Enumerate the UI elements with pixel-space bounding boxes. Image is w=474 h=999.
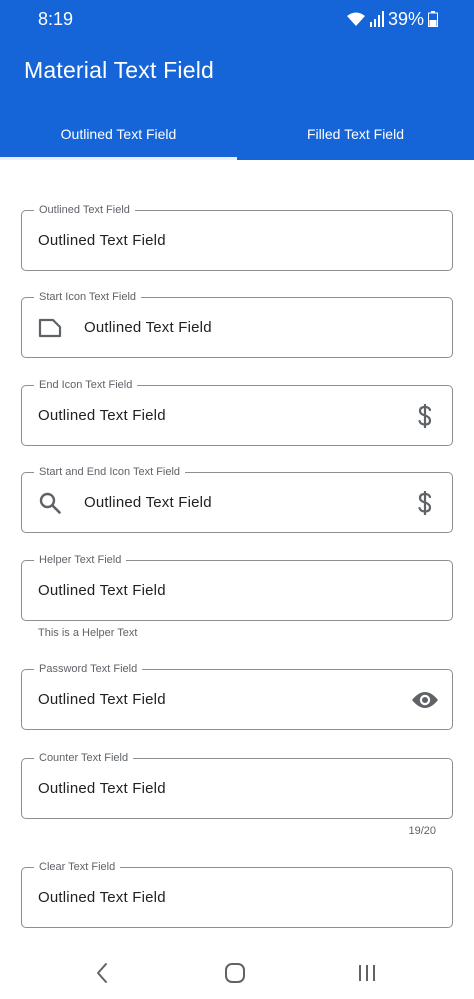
app-bar: 8:19 39% Material Text Field Outlined Te… bbox=[0, 0, 474, 160]
field-input[interactable]: Outlined Text Field bbox=[38, 386, 166, 445]
search-icon bbox=[37, 490, 63, 516]
tab-bar: Outlined Text Field Filled Text Field bbox=[0, 108, 474, 160]
tab-outlined-text-field[interactable]: Outlined Text Field bbox=[0, 108, 237, 160]
field-input[interactable]: Outlined Text Field bbox=[84, 298, 212, 357]
tab-label: Filled Text Field bbox=[306, 126, 404, 142]
helper-text-field[interactable]: Helper Text Field Outlined Text Field bbox=[21, 553, 453, 621]
tab-label: Outlined Text Field bbox=[60, 126, 177, 142]
field-input[interactable]: Outlined Text Field bbox=[38, 868, 166, 927]
helper-text: This is a Helper Text bbox=[38, 627, 138, 639]
dollar-icon bbox=[412, 403, 438, 429]
status-time: 8:19 bbox=[38, 9, 74, 29]
battery-icon bbox=[428, 11, 438, 27]
password-text-field[interactable]: Password Text Field Outlined Text Field bbox=[21, 662, 453, 730]
status-bar: 8:19 39% bbox=[0, 0, 474, 38]
dollar-icon bbox=[412, 490, 438, 516]
outlined-text-field[interactable]: Outlined Text Field Outlined Text Field bbox=[21, 203, 453, 271]
system-nav-bar bbox=[0, 944, 474, 999]
field-input[interactable]: Outlined Text Field bbox=[84, 473, 212, 532]
field-input[interactable]: Outlined Text Field bbox=[38, 211, 166, 270]
field-input[interactable]: Outlined Text Field bbox=[38, 759, 166, 818]
end-icon-text-field[interactable]: End Icon Text Field Outlined Text Field bbox=[21, 378, 453, 446]
recents-icon[interactable] bbox=[352, 958, 382, 988]
clear-text-field[interactable]: Clear Text Field Outlined Text Field bbox=[21, 860, 453, 928]
back-icon[interactable] bbox=[87, 958, 117, 988]
app-title: Material Text Field bbox=[24, 57, 215, 83]
counter-text-field[interactable]: Counter Text Field Outlined Text Field bbox=[21, 751, 453, 819]
start-and-end-icon-text-field[interactable]: Start and End Icon Text Field Outlined T… bbox=[21, 465, 453, 533]
status-icons: 39% bbox=[346, 8, 438, 30]
tab-filled-text-field[interactable]: Filled Text Field bbox=[237, 108, 474, 160]
eye-icon[interactable] bbox=[410, 687, 440, 713]
field-input[interactable]: Outlined Text Field bbox=[38, 670, 166, 729]
signal-icon bbox=[369, 11, 384, 27]
label-icon bbox=[37, 315, 63, 341]
home-icon[interactable] bbox=[220, 958, 250, 988]
field-input[interactable]: Outlined Text Field bbox=[38, 561, 166, 620]
tab-selected-indicator bbox=[0, 157, 237, 160]
battery-percent: 39% bbox=[387, 8, 424, 29]
character-counter: 19/20 bbox=[408, 825, 436, 837]
start-icon-text-field[interactable]: Start Icon Text Field Outlined Text Fiel… bbox=[21, 290, 453, 358]
wifi-icon bbox=[346, 11, 366, 27]
